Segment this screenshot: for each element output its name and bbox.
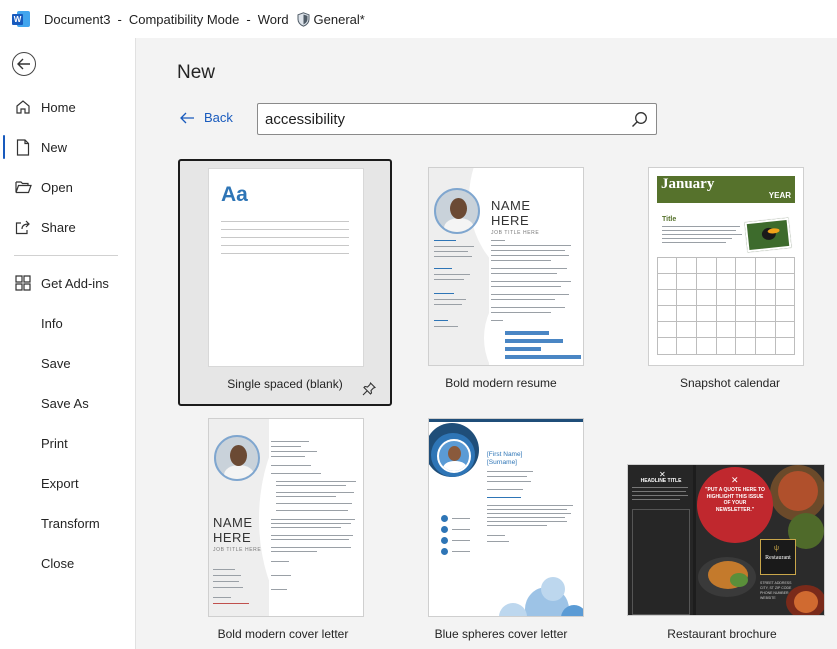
sidebar-divider bbox=[14, 255, 118, 256]
template-card-bold-modern-cover-letter[interactable]: NAME HERE JOB TITLE HERE Bold modern cov bbox=[176, 410, 390, 649]
sidebar-item-transform[interactable]: Transform bbox=[0, 506, 136, 540]
preview-aa: Aa bbox=[221, 183, 248, 206]
preview-year: YEAR bbox=[768, 191, 791, 200]
template-thumbnail: January YEAR Title bbox=[648, 167, 804, 366]
template-thumbnail: ✕ HEADLINE TITLE ✕ "PUT A QUOTE HERE TO … bbox=[627, 464, 825, 616]
compatibility-mode-label: Compatibility Mode bbox=[128, 11, 240, 27]
template-thumbnail: [First Name] [Surname] bbox=[428, 418, 584, 617]
sidebar-item-home[interactable]: Home bbox=[0, 90, 136, 124]
template-search-box bbox=[257, 103, 657, 135]
sidebar-item-label: Share bbox=[41, 219, 76, 235]
grid-icon bbox=[14, 274, 32, 292]
sidebar-item-save-as[interactable]: Save As bbox=[0, 386, 136, 420]
sidebar-item-label: Save bbox=[41, 355, 71, 371]
preview-month: January bbox=[661, 176, 715, 192]
sidebar-item-open[interactable]: Open bbox=[0, 170, 136, 204]
sidebar-item-label: Transform bbox=[41, 515, 100, 531]
sidebar-item-label: Save As bbox=[41, 395, 89, 411]
template-card-blank[interactable]: Aa Single spaced (blank) bbox=[178, 159, 392, 406]
template-search-input[interactable] bbox=[258, 105, 626, 133]
share-icon bbox=[14, 218, 32, 236]
sidebar-item-get-add-ins[interactable]: Get Add-ins bbox=[0, 266, 136, 300]
sidebar-item-label: Print bbox=[41, 435, 68, 451]
sidebar-item-close[interactable]: Close bbox=[0, 546, 136, 580]
calendar-grid bbox=[657, 257, 795, 355]
preview-name: NAME HERE bbox=[213, 515, 253, 545]
preview-surname: [Surname] bbox=[487, 459, 517, 466]
template-label: Single spaced (blank) bbox=[227, 377, 343, 391]
document-name: Document3 bbox=[44, 11, 111, 27]
back-label: Back bbox=[204, 110, 233, 125]
template-thumbnail: NAME HERE JOB TITLE HERE bbox=[428, 167, 584, 366]
preview-photo bbox=[744, 217, 792, 253]
template-card-blue-spheres-cover-letter[interactable]: [First Name] [Surname] Blue spheres cove… bbox=[396, 410, 610, 649]
app-name: Word bbox=[257, 11, 289, 27]
title-separator: - bbox=[246, 11, 251, 27]
sidebar-item-info[interactable]: Info bbox=[0, 306, 136, 340]
preview-name: NAME HERE bbox=[491, 198, 531, 228]
sidebar-item-new[interactable]: New bbox=[0, 130, 136, 164]
template-label: Restaurant brochure bbox=[667, 627, 777, 641]
folder-open-icon bbox=[14, 178, 32, 196]
template-card-snapshot-calendar[interactable]: January YEAR Title Snapshot calendar bbox=[615, 159, 829, 406]
word-app-icon: W bbox=[12, 11, 30, 27]
sensitivity-label[interactable]: General* bbox=[314, 12, 365, 27]
pin-icon[interactable] bbox=[362, 382, 376, 396]
sidebar-item-export[interactable]: Export bbox=[0, 466, 136, 500]
sidebar-item-save[interactable]: Save bbox=[0, 346, 136, 380]
sensitivity-shield-icon[interactable] bbox=[297, 11, 310, 27]
home-icon bbox=[14, 98, 32, 116]
sidebar-item-label: Info bbox=[41, 315, 63, 331]
template-label: Bold modern resume bbox=[445, 376, 557, 390]
back-arrow-button[interactable] bbox=[12, 52, 36, 76]
sidebar-item-label: Get Add-ins bbox=[41, 275, 109, 291]
sidebar-item-share[interactable]: Share bbox=[0, 210, 136, 244]
sidebar-item-label: Export bbox=[41, 475, 79, 491]
arrow-left-icon bbox=[180, 112, 194, 123]
sidebar-item-label: Close bbox=[41, 555, 75, 571]
search-icon[interactable] bbox=[626, 106, 652, 132]
back-link[interactable]: Back bbox=[180, 110, 233, 125]
backstage-sidebar: Home New Open Share Get Add-ins Info Sav… bbox=[0, 38, 136, 649]
template-thumbnail: NAME HERE JOB TITLE HERE bbox=[208, 418, 364, 617]
template-label: Bold modern cover letter bbox=[217, 627, 349, 641]
title-separator: - bbox=[117, 11, 122, 27]
sidebar-item-label: Open bbox=[41, 179, 73, 195]
template-label: Blue spheres cover letter bbox=[434, 627, 568, 641]
template-thumbnail: Aa bbox=[208, 168, 364, 367]
new-document-icon bbox=[14, 138, 32, 156]
title-bar: W Document3 - Compatibility Mode - Word … bbox=[0, 0, 837, 38]
sidebar-item-label: New bbox=[41, 139, 68, 155]
sidebar-item-print[interactable]: Print bbox=[0, 426, 136, 460]
sidebar-item-label: Home bbox=[41, 99, 76, 115]
arrow-left-icon bbox=[17, 58, 30, 70]
preview-first-name: [First Name] bbox=[487, 451, 523, 458]
template-label: Snapshot calendar bbox=[679, 376, 781, 390]
template-card-bold-modern-resume[interactable]: NAME HERE JOB TITLE HERE Bold modern res… bbox=[396, 159, 610, 406]
page-title: New bbox=[177, 62, 216, 83]
